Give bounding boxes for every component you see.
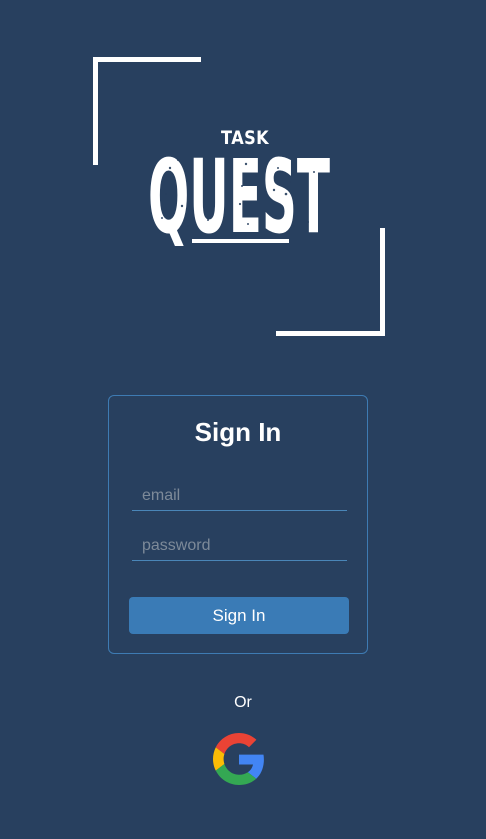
sign-in-card: Sign In Sign In xyxy=(108,395,368,654)
logo-bracket-bottom-right xyxy=(276,331,385,336)
logo-underline xyxy=(192,239,289,243)
email-input[interactable] xyxy=(132,481,347,511)
sign-in-page: TASK QUEST Sign In email Sign In Or xyxy=(0,0,486,839)
logo-big-word: QUEST xyxy=(148,146,334,246)
app-logo: TASK QUEST xyxy=(0,0,486,360)
logo-bracket-top-left xyxy=(93,57,201,62)
sign-in-button[interactable]: Sign In xyxy=(129,597,349,634)
sign-in-title: Sign In xyxy=(194,417,282,447)
or-divider-label: Or xyxy=(234,694,252,711)
password-input[interactable] xyxy=(132,531,347,561)
google-sign-in-button[interactable] xyxy=(213,733,265,785)
logo-bracket-bottom-right-vertical xyxy=(380,228,385,336)
google-icon xyxy=(213,733,264,785)
logo-bracket-top-left-vertical xyxy=(93,57,98,165)
logo-quest-text: QUEST xyxy=(148,146,330,246)
